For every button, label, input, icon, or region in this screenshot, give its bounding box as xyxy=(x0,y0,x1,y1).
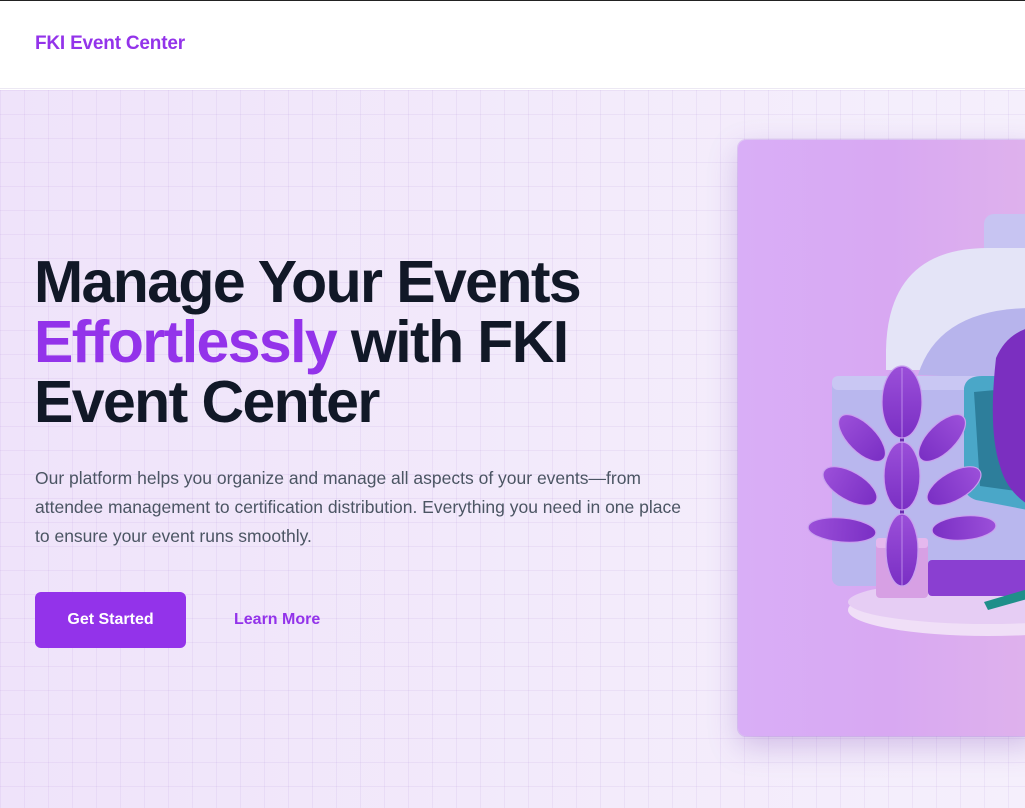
plant-and-workspace-illustration xyxy=(738,140,1025,736)
get-started-button[interactable]: Get Started xyxy=(35,592,186,648)
hero-headline: Manage Your Events Effortlessly with FKI … xyxy=(34,252,674,432)
learn-more-button[interactable]: Learn More xyxy=(234,592,320,648)
hero-illustration xyxy=(738,140,1025,736)
hero-description: Our platform helps you organize and mana… xyxy=(35,468,681,546)
hero-section: Manage Your Events Effortlessly with FKI … xyxy=(0,90,1025,808)
brand-logo-link[interactable]: FKI Event Center xyxy=(35,33,185,55)
navbar: FKI Event Center xyxy=(0,1,1025,89)
headline-line-1: Manage Your Events xyxy=(34,249,582,315)
headline-accent: Effortlessly xyxy=(34,309,338,375)
